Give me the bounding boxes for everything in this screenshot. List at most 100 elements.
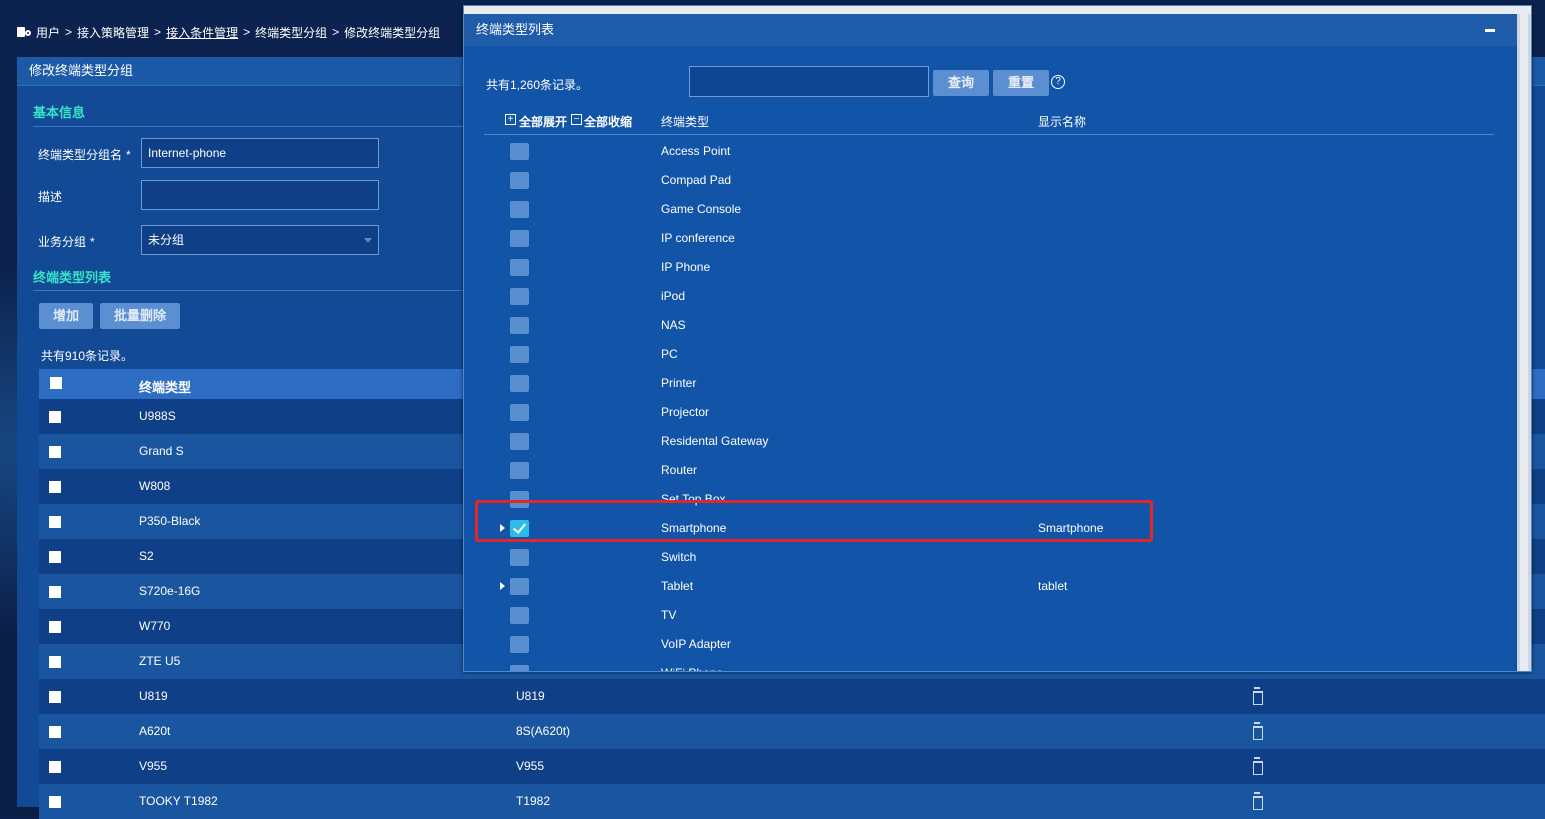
breadcrumb-terminal-group[interactable]: 终端类型分组 xyxy=(255,24,327,41)
tree-row[interactable]: IP conference xyxy=(464,227,1504,256)
row-checkbox[interactable] xyxy=(49,691,61,703)
column-display-name: 显示名称 xyxy=(1038,115,1087,129)
terminal-type-dialog: 终端类型列表 共有1,260条记录。 查询 重置 ? + 全部展开 − 全部收缩… xyxy=(463,5,1532,672)
collapse-all-icon[interactable]: − xyxy=(571,114,582,125)
tree-row[interactable]: TV xyxy=(464,604,1504,633)
tree-row[interactable]: Compad Pad xyxy=(464,169,1504,198)
row-checkbox[interactable] xyxy=(510,549,529,566)
breadcrumb-access-condition[interactable]: 接入条件管理 xyxy=(166,24,238,41)
required-mark: * xyxy=(90,235,95,249)
trash-icon[interactable] xyxy=(1251,757,1265,775)
row-checkbox[interactable] xyxy=(49,446,61,458)
trash-icon[interactable] xyxy=(1251,687,1265,705)
row-checkbox[interactable] xyxy=(49,761,61,773)
breadcrumb: 用户 > 接入策略管理 > 接入条件管理 > 终端类型分组 > 修改终端类型分组 xyxy=(16,22,440,42)
dialog-top-strip xyxy=(464,6,1531,14)
scrollbar-thumb[interactable] xyxy=(1520,14,1528,671)
row-checkbox[interactable] xyxy=(510,433,529,450)
breadcrumb-user[interactable]: 用户 xyxy=(36,24,60,41)
column-terminal-type[interactable]: 终端类型 xyxy=(139,377,191,396)
expand-all-icon[interactable]: + xyxy=(505,114,516,125)
row-checkbox[interactable] xyxy=(49,551,61,563)
expand-arrow-icon[interactable] xyxy=(500,582,505,590)
tree-row[interactable]: Switch xyxy=(464,546,1504,575)
tree-row[interactable]: Residental Gateway xyxy=(464,430,1504,459)
row-checkbox[interactable] xyxy=(510,375,529,392)
trash-icon[interactable] xyxy=(1251,722,1265,740)
tree-row-type: IP conference xyxy=(661,231,735,245)
breadcrumb-access-policy[interactable]: 接入策略管理 xyxy=(77,24,149,41)
trash-icon[interactable] xyxy=(1251,792,1265,810)
row-checkbox[interactable] xyxy=(510,288,529,305)
row-checkbox[interactable] xyxy=(49,516,61,528)
business-group-label-text: 业务分组 xyxy=(38,235,87,249)
row-checkbox[interactable] xyxy=(510,172,529,189)
row-checkbox[interactable] xyxy=(510,346,529,363)
table-row[interactable]: A620t 8S(A620t) xyxy=(39,714,1545,749)
tree-row-type: Router xyxy=(661,463,698,477)
tree-row[interactable]: NAS xyxy=(464,314,1504,343)
row-checkbox[interactable] xyxy=(510,143,529,160)
search-input[interactable] xyxy=(689,66,929,97)
tree-row[interactable]: Game Console xyxy=(464,198,1504,227)
tree-row[interactable]: Projector xyxy=(464,401,1504,430)
row-checkbox[interactable] xyxy=(510,230,529,247)
row-terminal-type: ZTE U5 xyxy=(139,654,181,668)
highlight-annotation xyxy=(475,500,1153,542)
row-checkbox[interactable] xyxy=(49,796,61,808)
business-group-select[interactable]: 未分组 xyxy=(141,225,379,255)
dialog-title: 终端类型列表 xyxy=(476,22,555,37)
tree-row[interactable]: VoIP Adapter xyxy=(464,633,1504,662)
tree-row[interactable]: IP Phone xyxy=(464,256,1504,285)
tree-row-type: PC xyxy=(661,347,678,361)
tree-row[interactable]: PC xyxy=(464,343,1504,372)
row-checkbox[interactable] xyxy=(49,621,61,633)
table-row[interactable]: V955 V955 xyxy=(39,749,1545,784)
breadcrumb-separator: > xyxy=(243,25,251,39)
tree-row[interactable]: iPod xyxy=(464,285,1504,314)
row-checkbox[interactable] xyxy=(49,656,61,668)
tree-row[interactable]: Router xyxy=(464,459,1504,488)
row-checkbox[interactable] xyxy=(510,404,529,421)
row-checkbox[interactable] xyxy=(510,259,529,276)
business-group-label: 业务分组 * xyxy=(38,233,95,250)
tree-row[interactable]: Tablet tablet xyxy=(464,575,1504,604)
help-icon[interactable]: ? xyxy=(1051,75,1065,89)
row-checkbox[interactable] xyxy=(510,578,529,595)
expand-all-link[interactable]: 全部展开 xyxy=(519,113,567,130)
table-row[interactable]: U819 U819 xyxy=(39,679,1545,714)
tree-row[interactable]: Printer xyxy=(464,372,1504,401)
required-mark: * xyxy=(126,148,131,162)
table-row[interactable]: TOOKY T1982 T1982 xyxy=(39,784,1545,819)
group-name-input[interactable]: Internet-phone xyxy=(141,138,379,168)
select-all-checkbox[interactable] xyxy=(50,377,62,389)
row-terminal-type: W808 xyxy=(139,479,171,493)
row-checkbox[interactable] xyxy=(510,317,529,334)
breadcrumb-current: 修改终端类型分组 xyxy=(344,25,441,40)
row-checkbox[interactable] xyxy=(510,665,529,671)
row-checkbox[interactable] xyxy=(49,586,61,598)
dialog-header: 终端类型列表 xyxy=(464,14,1531,46)
minimize-icon[interactable] xyxy=(1485,29,1495,32)
description-input[interactable] xyxy=(141,180,379,210)
row-checkbox[interactable] xyxy=(510,607,529,624)
row-display-name: 8S(A620t) xyxy=(516,724,571,738)
tree-row[interactable]: Access Point xyxy=(464,140,1504,169)
collapse-all-link[interactable]: 全部收缩 xyxy=(584,113,632,130)
row-terminal-type: S2 xyxy=(139,549,154,563)
add-button[interactable]: 增加 xyxy=(39,303,94,329)
row-checkbox[interactable] xyxy=(510,636,529,653)
tree-row-type: TV xyxy=(661,608,677,622)
reset-button[interactable]: 重置 xyxy=(993,70,1049,96)
breadcrumb-separator: > xyxy=(65,25,73,39)
row-checkbox[interactable] xyxy=(49,726,61,738)
query-button[interactable]: 查询 xyxy=(933,70,989,96)
batch-delete-button[interactable]: 批量删除 xyxy=(100,303,181,329)
row-checkbox[interactable] xyxy=(510,462,529,479)
row-checkbox[interactable] xyxy=(49,481,61,493)
row-checkbox[interactable] xyxy=(510,201,529,218)
row-checkbox[interactable] xyxy=(49,411,61,423)
tree-row[interactable]: WiFi Phone xyxy=(464,662,1504,671)
dialog-scrollbar[interactable] xyxy=(1517,14,1531,671)
dialog-record-count: 共有1,260条记录。 xyxy=(486,78,589,92)
